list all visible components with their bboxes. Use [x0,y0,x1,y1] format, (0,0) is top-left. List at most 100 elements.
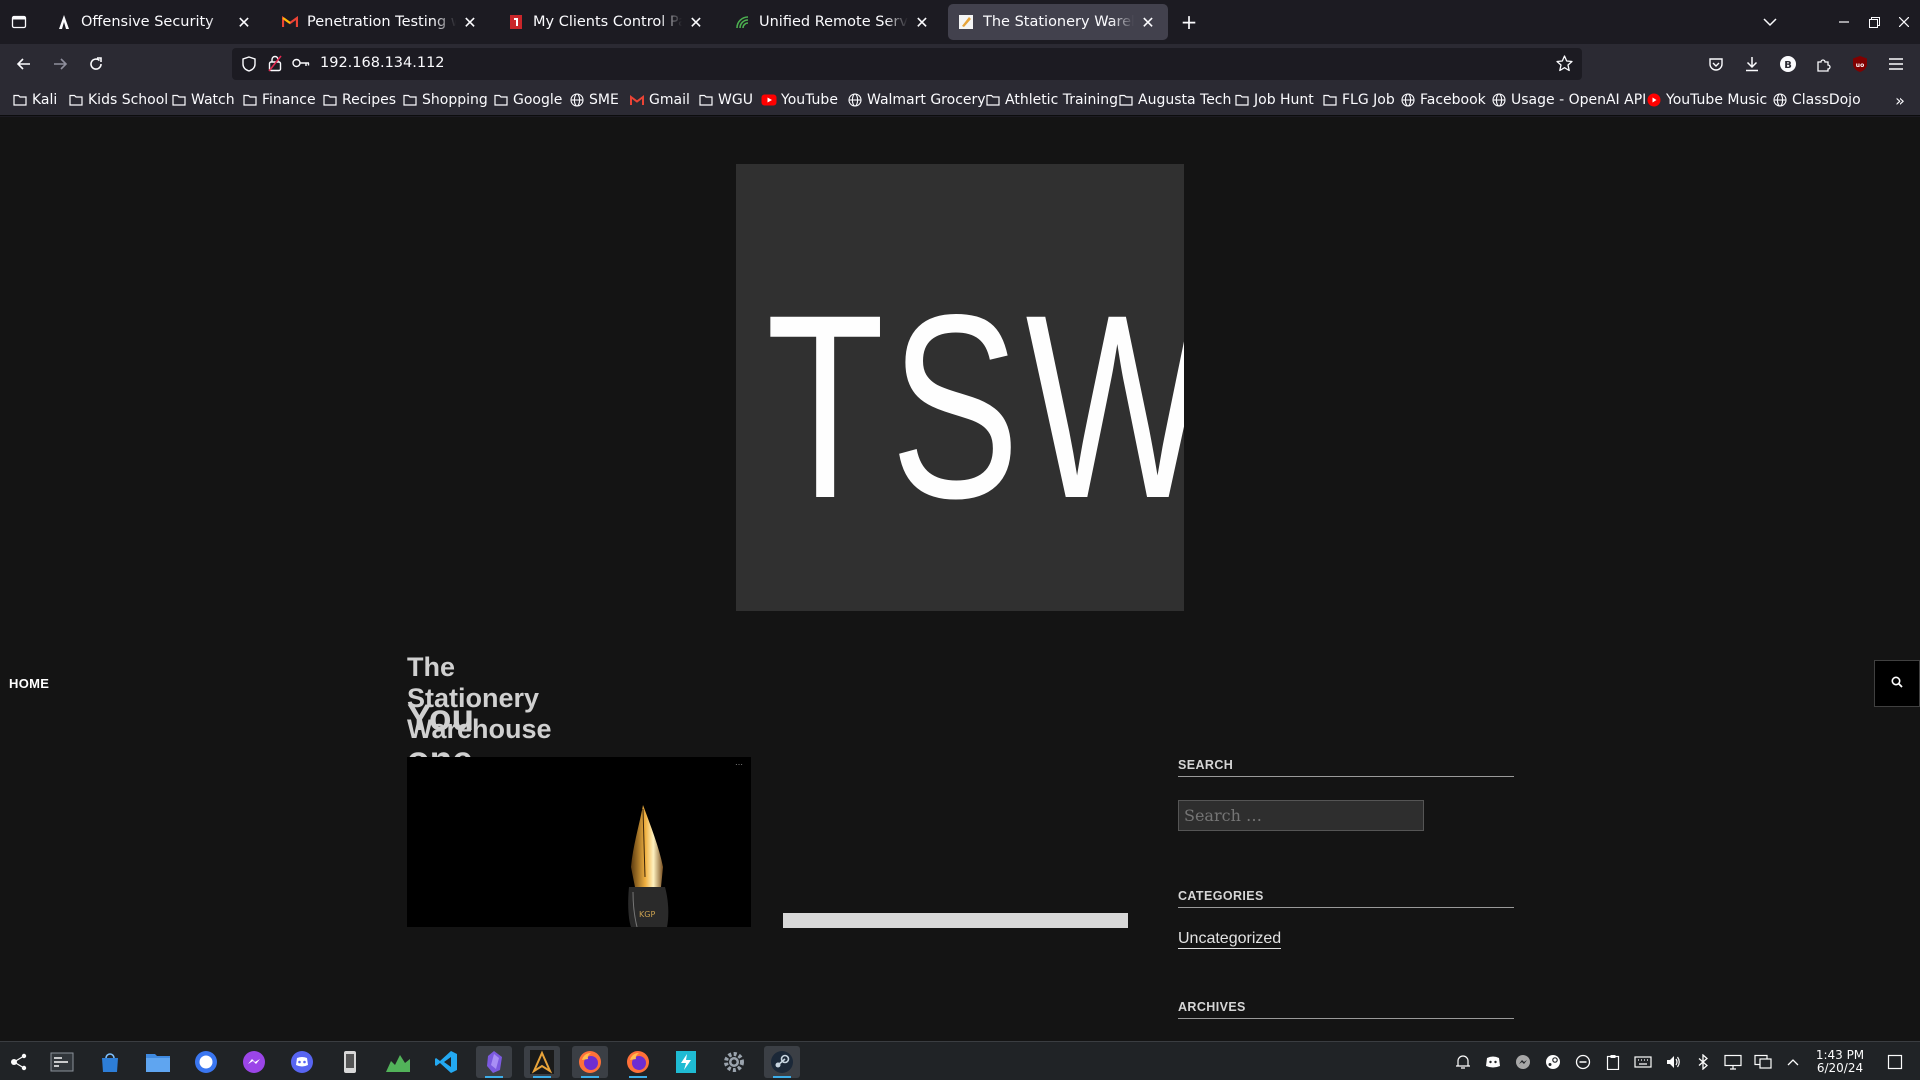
close-icon[interactable]: ✕ [686,13,706,32]
store-icon[interactable] [92,1046,128,1078]
reload-icon[interactable] [80,48,112,80]
terminal-icon[interactable] [44,1046,80,1078]
article-image-partial[interactable] [783,913,1128,928]
bookmark-finance[interactable]: Finance [242,90,316,110]
bookmark-athletic-training[interactable]: Athletic Training [985,90,1118,110]
notification-bell-icon[interactable] [1453,1052,1473,1072]
account-avatar-icon[interactable]: B [1772,48,1804,80]
category-link-uncategorized[interactable]: Uncategorized [1178,929,1282,949]
do-not-disturb-icon[interactable] [1573,1052,1593,1072]
firefox-icon[interactable] [620,1046,656,1078]
bookmark-sme[interactable]: SME [569,90,619,110]
clipboard-icon[interactable] [1603,1052,1623,1072]
search-input[interactable] [1178,800,1424,831]
minimize-icon[interactable] [1834,12,1854,32]
bookmark-facebook[interactable]: Facebook [1400,90,1486,110]
obsidian-icon[interactable] [476,1046,512,1078]
bookmark-label: SME [589,92,619,108]
globe-icon [569,92,585,108]
folder-icon [493,92,509,108]
globe-icon [1491,92,1507,108]
bookmark-gmail[interactable]: Gmail [629,90,690,110]
site-logo[interactable]: TSW [736,164,1184,611]
search-toggle-button[interactable] [1874,660,1920,707]
globe-icon [1772,92,1788,108]
steam-icon[interactable] [764,1046,800,1078]
show-desktop-icon[interactable] [1885,1052,1905,1072]
bookmark-label: Walmart Grocery [867,92,986,108]
bookmark-youtube[interactable]: YouTube [761,90,838,110]
kdeconnect-icon[interactable] [668,1046,704,1078]
forward-icon[interactable] [44,48,76,80]
url-bar[interactable]: 192.168.134.112 [232,48,1582,80]
close-icon[interactable]: ✕ [460,13,480,32]
bookmark-kali[interactable]: Kali [12,90,57,110]
volume-icon[interactable] [1663,1052,1683,1072]
messenger-tray-icon[interactable] [1513,1052,1533,1072]
globe-icon [847,92,863,108]
downloads-icon[interactable] [1736,48,1768,80]
signal-icon[interactable] [188,1046,224,1078]
application-launcher-icon[interactable] [2,1046,38,1078]
firefox-icon[interactable] [572,1046,608,1078]
tab-my-clients[interactable]: My Clients Control Panel | ✕ [498,4,716,40]
back-icon[interactable] [8,48,40,80]
navigation-toolbar: 192.168.134.112 B uo [0,44,1920,84]
tab-stationery-warehouse[interactable]: The Stationery Warehouse ✕ [948,4,1168,40]
close-icon[interactable]: ✕ [912,13,932,32]
bookmark-walmart-grocery[interactable]: Walmart Grocery [847,90,986,110]
bookmark-job-hunt[interactable]: Job Hunt [1234,90,1314,110]
phone-link-icon[interactable] [332,1046,368,1078]
pocket-icon[interactable] [1700,48,1732,80]
close-icon[interactable]: ✕ [234,13,254,32]
tab-unified-remote[interactable]: Unified Remote Server ✕ [724,4,942,40]
hamburger-menu-icon[interactable] [1880,48,1912,80]
system-monitor-icon[interactable] [380,1046,416,1078]
messenger-icon[interactable] [236,1046,272,1078]
nav-home-link[interactable]: HOME [9,676,49,691]
vscode-icon[interactable] [428,1046,464,1078]
bookmark-augusta-tech[interactable]: Augusta Tech [1118,90,1231,110]
tab-offensive-security[interactable]: Offensive Security ✕ [46,4,264,40]
bookmark-classdojo[interactable]: ClassDojo [1772,90,1861,110]
list-all-tabs-icon[interactable] [1760,12,1780,32]
window-close-icon[interactable] [1894,12,1914,32]
bookmark-youtube-music[interactable]: YouTube Music [1646,90,1767,110]
discord-tray-icon[interactable] [1483,1052,1503,1072]
clock[interactable]: 1:43 PM 6/20/24 [1810,1049,1870,1075]
bookmark-wgu[interactable]: WGU [698,90,753,110]
display-icon[interactable] [1723,1052,1743,1072]
tracking-protection-shield-icon[interactable] [242,56,256,76]
close-icon[interactable]: ✕ [1138,13,1158,32]
extensions-icon[interactable] [1808,48,1840,80]
bookmark-kids-school[interactable]: Kids School [68,90,168,110]
bluetooth-icon[interactable] [1693,1052,1713,1072]
network-icon[interactable] [1753,1052,1773,1072]
bookmark-recipes[interactable]: Recipes [322,90,396,110]
bookmark-watch[interactable]: Watch [171,90,235,110]
chevron-up-icon[interactable] [1783,1052,1803,1072]
url-text[interactable]: 192.168.134.112 [320,55,445,71]
discord-icon[interactable] [284,1046,320,1078]
bookmark-usage-openai-api[interactable]: Usage - OpenAI API [1491,90,1646,110]
bookmark-shopping[interactable]: Shopping [402,90,488,110]
gmail-icon [629,92,645,108]
chevron-right-icon[interactable]: » [1890,90,1910,110]
settings-icon[interactable] [716,1046,752,1078]
bookmark-google[interactable]: Google [493,90,562,110]
file-manager-icon[interactable] [140,1046,176,1078]
ublock-origin-icon[interactable]: uo [1844,48,1876,80]
firefox-view-icon[interactable] [8,12,30,32]
new-tab-icon[interactable]: + [1178,10,1200,34]
keyboard-layout-icon[interactable] [1633,1052,1653,1072]
tab-penetration-testing[interactable]: Penetration Testing with Kali ✕ [272,4,490,40]
bookmark-flg-job[interactable]: FLG Job [1322,90,1395,110]
fountain-pen-image[interactable]: … KGP [407,757,751,927]
insecure-lock-icon[interactable] [268,55,282,76]
archlinux-icon[interactable] [524,1046,560,1078]
restore-icon[interactable] [1864,12,1884,32]
key-icon[interactable] [292,57,310,73]
steam-tray-icon[interactable] [1543,1052,1563,1072]
folder-icon [1322,92,1338,108]
bookmark-star-icon[interactable] [1556,55,1573,76]
